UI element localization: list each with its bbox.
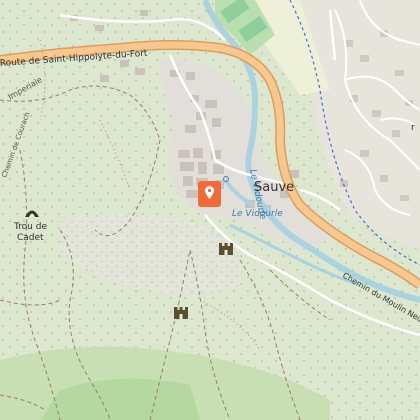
marker-layer [25, 176, 233, 319]
map-pin-icon[interactable] [198, 181, 221, 207]
castle-icon[interactable] [219, 243, 233, 255]
water-point-icon [223, 176, 229, 182]
map-canvas[interactable]: Route de Saint-Hippolyte-du-Fort Imperia… [0, 0, 420, 420]
castle-icon[interactable] [174, 307, 188, 319]
cave-icon[interactable] [25, 210, 39, 218]
